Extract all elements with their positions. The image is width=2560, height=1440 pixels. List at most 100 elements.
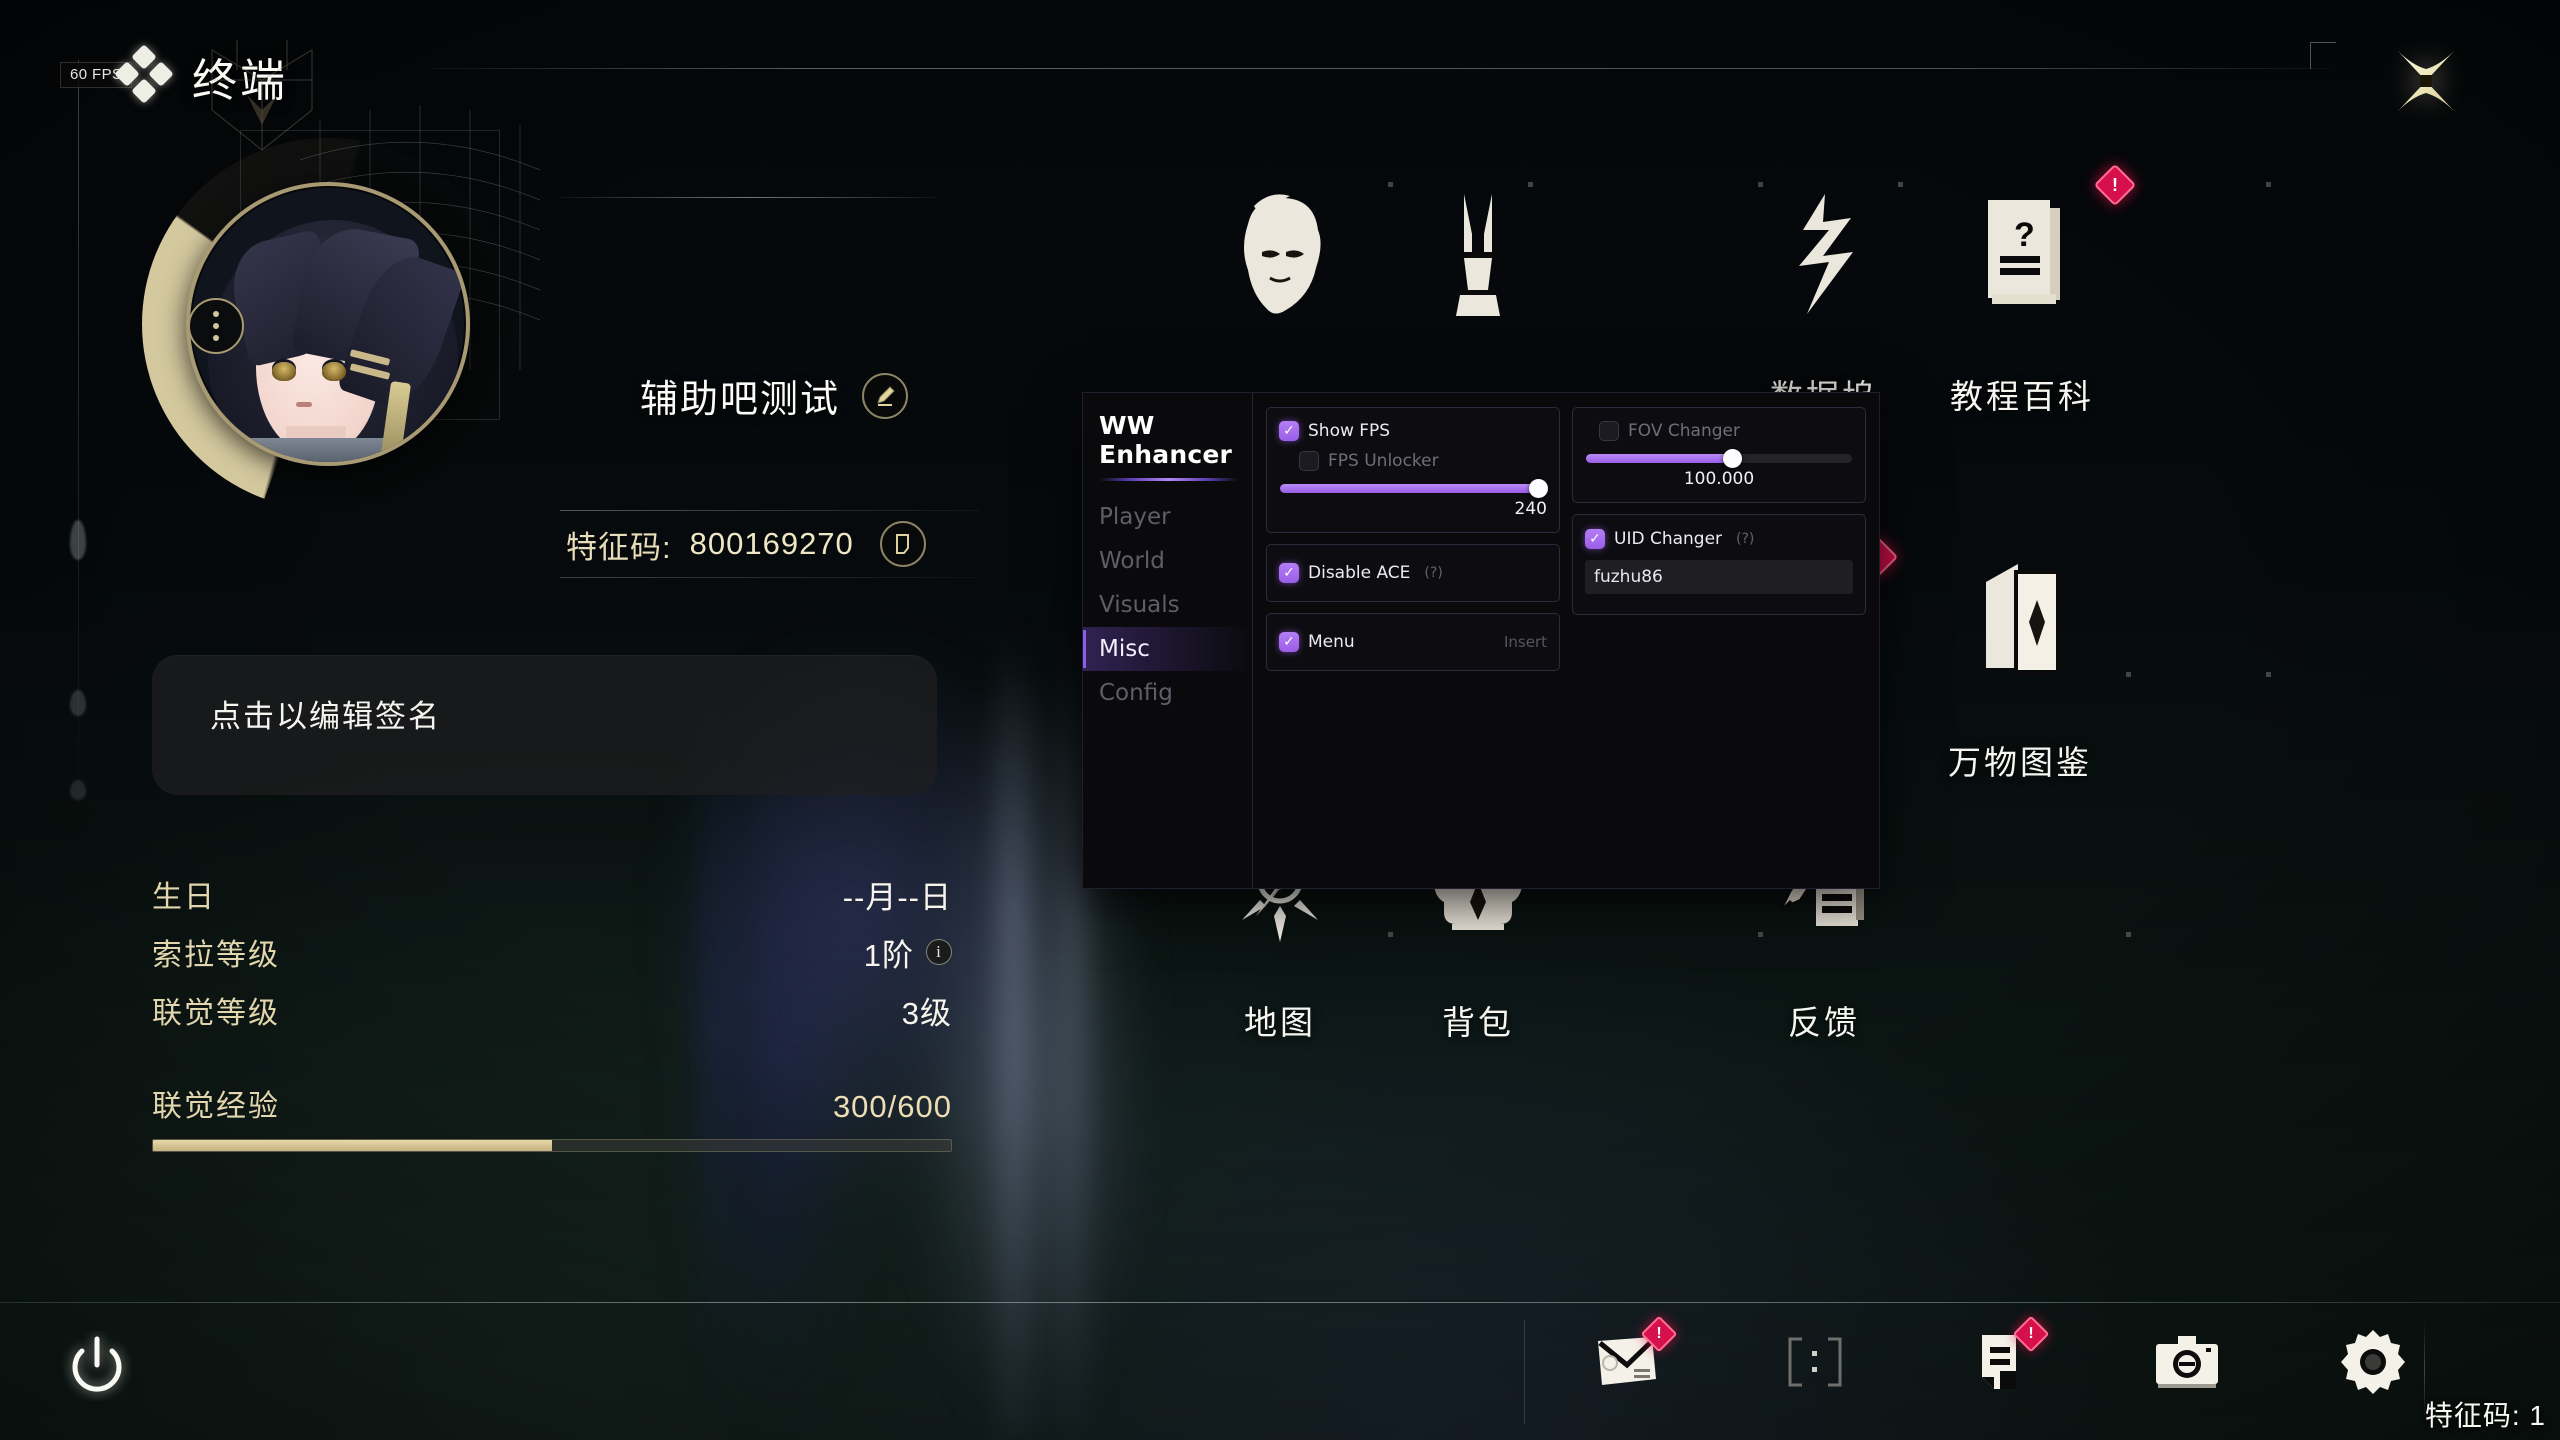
name-divider [560, 197, 938, 198]
tutorial-book-icon: ? [1872, 180, 2172, 330]
fps-unlocker-row: FPS Unlocker [1279, 451, 1547, 471]
fps-card: ✓ Show FPS FPS Unlocker 240 [1266, 407, 1560, 533]
uid-changer-input[interactable] [1585, 560, 1853, 594]
show-fps-label: Show FPS [1308, 421, 1391, 441]
corner-uid-text: 特征码: 1 [2424, 1400, 2546, 1431]
stat-value-wrap: 1阶 i [864, 930, 952, 975]
signature-box[interactable]: 点击以编辑签名 [152, 655, 937, 795]
gear-icon[interactable] [2334, 1323, 2412, 1401]
stat-key: 索拉等级 [152, 939, 280, 972]
menu-toggle-row: ✓ Menu Insert [1279, 632, 1547, 652]
menu-item-label: 背包 [1442, 1004, 1514, 1041]
fov-changer-checkbox[interactable] [1599, 421, 1619, 441]
uid-changer-hint-icon[interactable]: (?) [1736, 531, 1754, 547]
notes-icon[interactable]: ! [1962, 1315, 2050, 1401]
disable-ace-row: ✓ Disable ACE (?) [1279, 563, 1547, 583]
stat-row: 生日 --月--日 [152, 865, 952, 923]
fps-unlocker-label: FPS Unlocker [1328, 451, 1439, 471]
profile-avatar-block [100, 20, 541, 630]
overlay-nav: Player World Visuals Misc Config [1083, 495, 1252, 715]
fov-changer-label: FOV Changer [1628, 421, 1740, 441]
left-drip-decoration [70, 520, 86, 560]
overlay-nav-misc[interactable]: Misc [1083, 627, 1252, 671]
bottom-bar: ! ! 特征码: 1 [0, 1303, 2560, 1440]
xp-progress-fill [153, 1140, 552, 1151]
menu-item-resonator[interactable] [1328, 180, 1628, 370]
overlay-main: ✓ Show FPS FPS Unlocker 240 ✓ Disable AC… [1253, 393, 1879, 888]
menu-toggle-card: ✓ Menu Insert [1266, 613, 1560, 671]
power-icon[interactable] [62, 1331, 132, 1406]
overlay-nav-config[interactable]: Config [1083, 671, 1252, 715]
uid-row: 特征码: 800169270 [560, 510, 980, 578]
fps-slider[interactable] [1280, 479, 1549, 498]
camera-icon[interactable] [2148, 1323, 2226, 1401]
xp-label: 联觉经验 [152, 1090, 280, 1123]
info-icon[interactable]: i [926, 939, 952, 965]
fps-unlocker-checkbox[interactable] [1299, 451, 1319, 471]
copy-icon[interactable] [879, 521, 926, 567]
show-fps-checkbox[interactable]: ✓ [1279, 421, 1299, 441]
bottom-bar-icons: ! ! [1590, 1315, 2412, 1401]
overlay-brand-underline [1099, 478, 1238, 481]
fps-slider-value: 240 [1514, 499, 1547, 519]
profile-name-row: 辅助吧测试 [640, 368, 909, 423]
uid-changer-row: ✓ UID Changer (?) [1585, 529, 1853, 549]
fov-slider-value: 100.000 [1683, 469, 1755, 489]
left-drip-decoration [70, 690, 86, 716]
overlay-nav-visuals[interactable]: Visuals [1083, 583, 1252, 627]
xp-row: 联觉经验 300/600 [152, 1081, 952, 1125]
fov-slider-knob[interactable] [1723, 449, 1743, 468]
stat-value: --月--日 [842, 879, 952, 915]
menu-item-codex[interactable]: 万物图鉴 [1870, 546, 2170, 784]
disable-ace-label: Disable ACE [1308, 563, 1411, 583]
stat-row: 联觉等级 3级 [152, 981, 952, 1039]
show-fps-row: ✓ Show FPS [1279, 421, 1547, 441]
profile-name: 辅助吧测试 [640, 379, 841, 421]
left-drip-decoration [70, 780, 86, 800]
disable-ace-card: ✓ Disable ACE (?) [1266, 544, 1560, 602]
menu-item-tutorial[interactable]: ? ! 教程百科 [1872, 163, 2172, 418]
xp-value: 300/600 [832, 1089, 952, 1124]
overlay-nav-player[interactable]: Player [1083, 495, 1252, 539]
fov-slider-fill [1586, 454, 1733, 463]
chess-piece-icon [1328, 180, 1628, 330]
menu-item-label: 教程百科 [1950, 378, 2094, 415]
mail-icon[interactable]: ! [1590, 1315, 1678, 1401]
svg-text:?: ? [2014, 216, 2035, 254]
stat-value: 1阶 [863, 937, 914, 973]
overlay-brand-title: WW Enhancer [1099, 411, 1233, 469]
stat-key: 联觉等级 [152, 997, 280, 1030]
disable-ace-checkbox[interactable]: ✓ [1279, 563, 1299, 583]
bracket-colon-icon[interactable] [1776, 1323, 1854, 1401]
fps-slider-knob[interactable] [1529, 479, 1549, 498]
menu-toggle-hotkey[interactable]: Insert [1504, 633, 1547, 651]
overlay-nav-world[interactable]: World [1083, 539, 1252, 583]
star-close-icon[interactable] [2390, 45, 2462, 117]
uid-label: 特征码: [566, 529, 672, 565]
uid-changer-label: UID Changer [1614, 529, 1723, 549]
fov-slider[interactable] [1586, 449, 1852, 468]
fps-slider-fill [1280, 484, 1539, 493]
uid-bottom-line [560, 577, 980, 578]
stat-key: 生日 [152, 881, 216, 914]
xp-progress-bar [152, 1139, 952, 1152]
ww-enhancer-overlay: WW Enhancer Player World Visuals Misc Co… [1082, 392, 1880, 889]
signature-placeholder: 点击以编辑签名 [210, 699, 441, 734]
three-dots-vertical-icon[interactable] [188, 298, 244, 354]
stat-value: 3级 [901, 995, 952, 1031]
menu-toggle-label: Menu [1308, 632, 1355, 652]
overlay-left-column: ✓ Show FPS FPS Unlocker 240 ✓ Disable AC… [1266, 407, 1560, 874]
uid-changer-card: ✓ UID Changer (?) [1572, 514, 1866, 615]
fov-changer-row: FOV Changer [1585, 421, 1853, 441]
uid-changer-checkbox[interactable]: ✓ [1585, 529, 1605, 549]
stat-row: 索拉等级 1阶 i [152, 923, 952, 981]
overlay-sidebar: WW Enhancer Player World Visuals Misc Co… [1083, 393, 1253, 888]
disable-ace-hint-icon[interactable]: (?) [1424, 565, 1442, 581]
menu-item-label: 万物图鉴 [1948, 744, 2092, 781]
pencil-edit-icon[interactable] [862, 372, 909, 419]
codex-card-icon [1870, 546, 2170, 696]
profile-stats: 生日 --月--日 索拉等级 1阶 i 联觉等级 3级 联觉经验 300/600 [152, 865, 952, 1152]
menu-toggle-checkbox[interactable]: ✓ [1279, 632, 1299, 652]
menu-item-label: 反馈 [1788, 1004, 1860, 1041]
uid-value: 800169270 [689, 526, 854, 561]
